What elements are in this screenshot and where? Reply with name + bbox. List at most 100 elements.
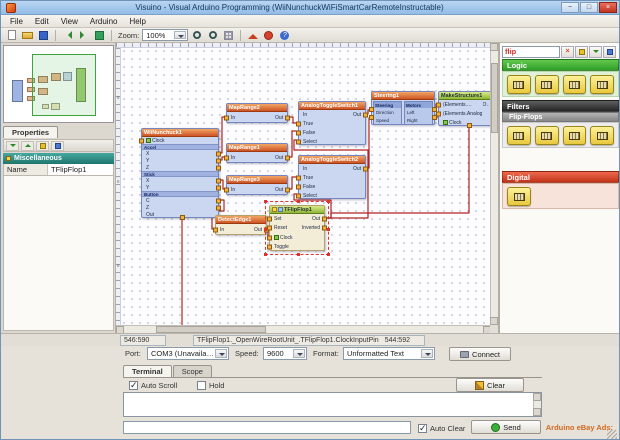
set-input-pin[interactable] (267, 216, 272, 221)
clear-button[interactable]: Clear (456, 378, 524, 392)
component-filter-input[interactable] (502, 46, 560, 58)
terminal-output[interactable] (123, 392, 542, 417)
hold-option[interactable]: Hold (197, 380, 224, 390)
scroll-down-button[interactable] (533, 408, 541, 416)
resize-grip[interactable] (607, 430, 617, 440)
input-pin[interactable] (224, 156, 229, 161)
select-input-pin[interactable] (296, 139, 301, 144)
output-pin[interactable] (363, 112, 368, 117)
component-chip[interactable] (590, 126, 614, 145)
hold-checkbox[interactable] (197, 381, 206, 390)
output-pin[interactable] (285, 156, 290, 161)
maximize-button[interactable]: □ (580, 2, 598, 13)
category-logic-header[interactable]: Logic (502, 59, 619, 71)
wire[interactable] (219, 117, 226, 153)
block-maprange1[interactable]: MapRange1 InOut (226, 143, 288, 163)
open-project-button[interactable] (20, 29, 35, 42)
redo-button[interactable] (76, 29, 91, 42)
send-text-input[interactable] (123, 421, 411, 434)
terminal-scrollbar[interactable] (533, 393, 541, 416)
board-select-button[interactable] (92, 29, 107, 42)
component-chip-tflipflop[interactable] (563, 75, 587, 94)
undo-button[interactable] (60, 29, 75, 42)
block-makestructure1[interactable]: MakeStructure1 (Elements.AnalogOut (Elem… (438, 91, 491, 126)
scrollbar-thumb[interactable] (491, 63, 498, 133)
component-chip-jkflipflop[interactable] (590, 75, 614, 94)
property-name-value[interactable]: TFlipFlop1 (48, 164, 113, 175)
false-input-pin[interactable] (296, 184, 301, 189)
block-wiinunchuck1[interactable]: WiiNunchuck1 Clock Accel X Y Z Stick X Y… (141, 128, 219, 218)
block-maprange3[interactable]: MapRange3 InOut (226, 175, 288, 195)
format-select[interactable]: Unformatted Text (343, 347, 435, 360)
output-pin[interactable] (216, 198, 221, 203)
input-pin[interactable] (436, 102, 441, 107)
menu-view[interactable]: View (55, 17, 84, 26)
speed-input-pin[interactable] (369, 115, 374, 120)
toggle-grid-button[interactable] (221, 29, 236, 42)
collapse-all-button[interactable] (21, 141, 34, 151)
property-category-header[interactable]: Miscellaneous (3, 153, 114, 164)
help-button[interactable]: ? (277, 29, 292, 42)
collapse-categories-button[interactable] (603, 46, 616, 58)
ads-link[interactable]: Arduino eBay Ads: (546, 423, 613, 432)
menu-arduino[interactable]: Arduino (84, 17, 124, 26)
select-input-pin[interactable] (296, 193, 301, 198)
true-input-pin[interactable] (296, 175, 301, 180)
minimap-viewport[interactable] (32, 54, 96, 116)
output-pin[interactable] (285, 188, 290, 193)
zoom-select[interactable]: 100% (142, 29, 188, 41)
zoom-in-button[interactable] (189, 29, 204, 42)
component-chip[interactable] (507, 187, 531, 206)
expand-categories-button[interactable] (589, 46, 602, 58)
connect-button[interactable]: Connect (449, 347, 511, 361)
direction-input-pin[interactable] (369, 107, 374, 112)
output-pin[interactable] (322, 216, 327, 221)
new-project-button[interactable] (4, 29, 19, 42)
clock-input-pin[interactable] (267, 235, 272, 240)
true-input-pin[interactable] (296, 121, 301, 126)
stop-button[interactable] (261, 29, 276, 42)
output-pin[interactable] (363, 166, 368, 171)
clear-filter-button[interactable]: × (561, 46, 574, 58)
component-chip[interactable] (507, 126, 531, 145)
scrollbar-thumb[interactable] (156, 326, 266, 333)
horizontal-scrollbar[interactable] (116, 325, 491, 333)
zoom-out-button[interactable] (205, 29, 220, 42)
save-project-button[interactable] (36, 29, 51, 42)
output-pin[interactable] (216, 185, 221, 190)
inverted-output-pin[interactable] (322, 226, 327, 231)
auto-scroll-checkbox[interactable] (129, 381, 138, 390)
block-detectedge1[interactable]: DetectEdge1 InOut (215, 215, 267, 235)
clock-input-pin[interactable] (467, 123, 472, 128)
menu-help[interactable]: Help (123, 17, 151, 26)
port-select[interactable]: COM3 (Unavailable) (147, 347, 229, 360)
input-pin[interactable] (213, 228, 218, 233)
overview-minimap[interactable] (3, 45, 114, 123)
input-pin[interactable] (224, 188, 229, 193)
vertical-scrollbar[interactable] (490, 43, 498, 325)
output-pin[interactable] (216, 158, 221, 163)
filter-options-button[interactable] (575, 46, 588, 58)
output-pin[interactable] (216, 205, 221, 210)
block-steering1[interactable]: Steering1 Steering Direction Speed Motor… (371, 91, 435, 125)
tab-terminal[interactable]: Terminal (123, 365, 172, 377)
input-pin[interactable] (436, 111, 441, 116)
tab-properties[interactable]: Properties (3, 126, 58, 138)
menu-file[interactable]: File (4, 17, 29, 26)
category-filters-header[interactable]: Filters (502, 100, 619, 112)
design-canvas[interactable]: 8 8 8 (116, 43, 491, 325)
tab-scope[interactable]: Scope (173, 365, 212, 377)
scroll-up-button[interactable] (490, 43, 498, 51)
clock-input-pin[interactable] (139, 138, 144, 143)
input-pin[interactable] (224, 116, 229, 121)
minimize-button[interactable]: − (561, 2, 579, 13)
output-pin[interactable] (216, 178, 221, 183)
toggle-input-pin[interactable] (267, 245, 272, 250)
output-pin[interactable] (285, 116, 290, 121)
component-chip[interactable] (563, 126, 587, 145)
i2c-out-pin[interactable] (180, 215, 185, 220)
block-maprange2[interactable]: MapRange2 InOut (226, 103, 288, 123)
false-input-pin[interactable] (296, 130, 301, 135)
expand-all-button[interactable] (6, 141, 19, 151)
reset-input-pin[interactable] (267, 226, 272, 231)
